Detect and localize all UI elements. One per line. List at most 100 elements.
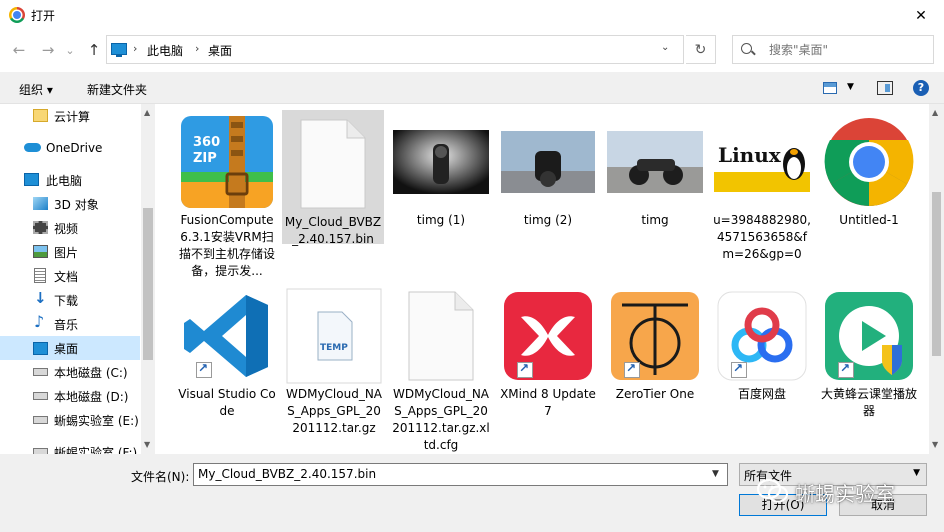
file-name: 大黄蜂云课堂播放器: [820, 387, 917, 418]
scrollbar-thumb[interactable]: [143, 208, 153, 360]
shortcut-arrow-icon: [624, 361, 640, 378]
file-item[interactable]: WDMyCloud_NAS_Apps_GPL_20201112.tar.gz.x…: [390, 282, 492, 452]
recent-locations-chevron-icon[interactable]: ⌄: [60, 40, 80, 60]
chevron-down-icon[interactable]: ▼: [712, 469, 719, 479]
preview-pane-icon[interactable]: [877, 81, 893, 95]
svg-text:360: 360: [193, 135, 220, 150]
up-arrow-icon[interactable]: ↑: [84, 40, 104, 60]
file-item[interactable]: timg (2): [497, 108, 599, 238]
sidebar-scrollbar[interactable]: ▲ ▼: [141, 104, 155, 454]
back-arrow-icon[interactable]: ←: [9, 40, 29, 60]
view-options-icon[interactable]: [823, 82, 837, 94]
file-item[interactable]: 360 ZIP FusionCompute 6.3.1安装VRM扫描不到主机存储…: [176, 108, 278, 284]
svg-text:TEMP: TEMP: [320, 343, 348, 353]
sidebar-item-3d-objects[interactable]: 3D 对象: [0, 192, 140, 216]
file-item[interactable]: XMind 8 Update 7: [497, 282, 599, 422]
file-item[interactable]: 百度网盘: [711, 282, 813, 422]
close-icon[interactable]: ✕: [898, 0, 944, 31]
blank-file-icon: [390, 286, 492, 386]
breadcrumb-this-pc[interactable]: 此电脑: [147, 42, 183, 59]
scroll-down-icon[interactable]: ▼: [932, 440, 938, 449]
blank-file-icon: [282, 114, 384, 214]
file-item[interactable]: timg (1): [390, 108, 492, 238]
chrome-app-icon: [9, 7, 25, 23]
chrome-icon: [818, 112, 920, 212]
filename-label: 文件名(N):: [131, 470, 190, 484]
sidebar-item-label: 文档: [54, 269, 79, 284]
file-item-selected[interactable]: My_Cloud_BVBZ_2.40.157.bin: [282, 110, 384, 246]
new-folder-button[interactable]: 新建文件夹: [87, 81, 147, 98]
address-bar[interactable]: › 此电脑 › 桌面 ⌄: [106, 35, 684, 64]
title-bar: 打开 ✕: [0, 0, 944, 31]
sidebar-item-cloud-computing[interactable]: 云计算: [0, 104, 140, 128]
chevron-down-icon[interactable]: ▼: [847, 82, 854, 92]
file-item[interactable]: TEMP WDMyCloud_NAS_Apps_GPL_20201112.tar…: [283, 282, 385, 435]
zip-archive-icon: 360 ZIP: [176, 112, 278, 212]
chevron-right-icon: ›: [133, 42, 138, 55]
sidebar-item-drive-d[interactable]: 本地磁盘 (D:): [0, 384, 140, 408]
file-name: timg: [641, 213, 669, 227]
file-name: timg (2): [523, 213, 573, 227]
sidebar-item-downloads[interactable]: ↓ 下载: [0, 288, 140, 312]
scroll-down-icon[interactable]: ▼: [144, 440, 150, 449]
sidebar-item-this-pc[interactable]: 此电脑: [0, 168, 140, 192]
wechat-logo-icon: [757, 478, 789, 503]
sidebar-item-pictures[interactable]: 图片: [0, 240, 140, 264]
sidebar-item-label: 本地磁盘 (C:): [54, 365, 128, 380]
file-name: WDMyCloud_NAS_Apps_GPL_20201112.tar.gz.x…: [392, 387, 490, 452]
sidebar-item-label: 3D 对象: [54, 197, 99, 212]
drive-icon: [33, 368, 48, 376]
file-item[interactable]: Untitled-1: [818, 108, 920, 238]
file-item[interactable]: ZeroTier One: [604, 282, 706, 422]
sidebar-item-label: 下载: [54, 293, 79, 308]
chevron-down-icon[interactable]: ⌄: [661, 42, 669, 53]
forward-arrow-icon[interactable]: →: [38, 40, 58, 60]
sidebar-item-documents[interactable]: 文档: [0, 264, 140, 288]
sidebar-item-desktop[interactable]: 桌面: [0, 336, 140, 360]
sidebar-item-music[interactable]: ♪ 音乐: [0, 312, 140, 336]
breadcrumb-desktop[interactable]: 桌面: [208, 42, 232, 59]
file-name: Untitled-1: [839, 213, 899, 227]
image-thumbnail-icon: [390, 112, 492, 212]
sidebar-item-onedrive[interactable]: OneDrive: [0, 136, 140, 160]
file-list: 360 ZIP FusionCompute 6.3.1安装VRM扫描不到主机存储…: [160, 104, 930, 454]
sidebar-item-drive-c[interactable]: 本地磁盘 (C:): [0, 360, 140, 384]
sidebar-item-label: OneDrive: [46, 141, 103, 155]
scroll-up-icon[interactable]: ▲: [144, 108, 150, 117]
xmind-icon: [497, 286, 599, 386]
file-name: FusionCompute 6.3.1安装VRM扫描不到主机存储设备，提示发..…: [178, 213, 275, 278]
sidebar-item-drive-e[interactable]: 蜥蜴实验室 (E:): [0, 408, 140, 432]
drive-icon: [33, 416, 48, 424]
download-icon: ↓: [34, 289, 47, 307]
sidebar-item-label: 视频: [54, 221, 79, 236]
sidebar-item-videos[interactable]: 视频: [0, 216, 140, 240]
video-icon: [33, 221, 48, 234]
refresh-icon[interactable]: ↻: [686, 35, 716, 64]
file-name: 百度网盘: [737, 387, 786, 401]
filename-input[interactable]: My_Cloud_BVBZ_2.40.157.bin: [193, 463, 728, 486]
vscode-icon: [176, 286, 278, 386]
temp-file-icon: TEMP: [283, 286, 385, 386]
file-item[interactable]: Visual Studio Code: [176, 282, 278, 422]
computer-icon: [24, 173, 39, 186]
zerotier-icon: [604, 286, 706, 386]
scroll-up-icon[interactable]: ▲: [932, 108, 938, 117]
file-item[interactable]: Linux u=3984882980,4571563658&fm=26&gp=0: [711, 108, 813, 268]
navigation-bar: ← → ⌄ ↑ › 此电脑 › 桌面 ⌄ ↻: [0, 31, 944, 69]
shortcut-arrow-icon: [838, 361, 854, 378]
search-input[interactable]: [769, 42, 919, 58]
organize-menu-button[interactable]: 组织 ▾: [19, 81, 53, 98]
cube-icon: [33, 197, 48, 210]
search-box[interactable]: [732, 35, 934, 64]
command-bar: 组织 ▾ 新建文件夹 ▼ ?: [0, 72, 944, 104]
file-list-scrollbar[interactable]: ▲ ▼: [929, 104, 944, 454]
sidebar-item-drive-f[interactable]: 蜥蜴实验室 (F:): [0, 440, 140, 454]
cloud-icon: [24, 143, 41, 152]
scrollbar-thumb[interactable]: [932, 192, 941, 356]
sidebar-item-label: 此电脑: [46, 173, 83, 188]
help-icon[interactable]: ?: [913, 80, 929, 96]
watermark: 蜥蜴实验室: [757, 472, 937, 512]
file-item[interactable]: timg: [604, 108, 706, 238]
file-item[interactable]: 大黄蜂云课堂播放器: [818, 282, 920, 422]
sidebar-item-label: 蜥蜴实验室 (E:): [54, 413, 139, 428]
